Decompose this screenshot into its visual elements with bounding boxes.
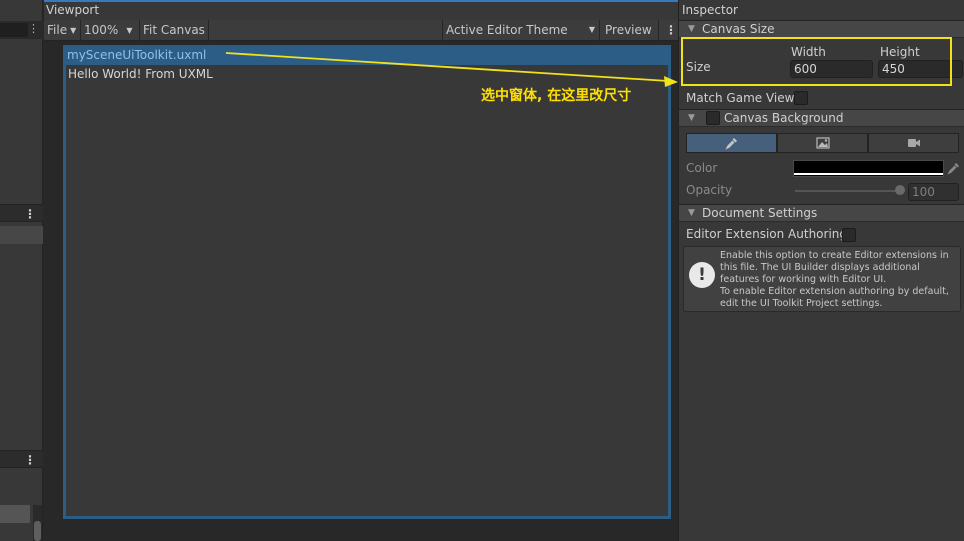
highlight-box (681, 37, 952, 86)
opacity-input[interactable]: 100 (908, 183, 959, 201)
help-line: To enable Editor extension authoring by … (720, 286, 949, 297)
help-line: this file. The UI Builder displays addit… (720, 262, 920, 273)
background-image-mode-button[interactable] (777, 133, 868, 153)
match-game-view-label: Match Game View (686, 91, 795, 105)
zoom-dropdown[interactable]: 100% ▼ (81, 20, 140, 41)
viewport-toolbar: File ▼ 100% ▼ Fit Canvas Active Editor The… (44, 20, 678, 41)
help-text: Enable this option to create Editor exte… (720, 250, 956, 310)
left-panel-field[interactable] (0, 505, 30, 523)
scrollbar-thumb[interactable] (34, 521, 41, 541)
canvas-background-header[interactable]: ▼ Canvas Background (679, 109, 964, 127)
document-header[interactable]: mySceneUiToolkit.uxml (65, 47, 670, 65)
left-panel-search-input[interactable] (0, 23, 28, 37)
video-camera-icon (907, 139, 920, 147)
color-label: Color (686, 161, 718, 175)
left-panel-row[interactable] (0, 226, 43, 244)
foldout-triangle-icon: ▼ (688, 24, 695, 34)
left-panel: ⋮ ⋮ ⋮ (0, 0, 43, 541)
caret-down-icon: ▼ (70, 26, 77, 35)
annotation-text: 选中窗体, 在这里改尺寸 (481, 88, 632, 104)
document-settings-header[interactable]: ▼ Document Settings (679, 204, 964, 222)
help-box: ! Enable this option to create Editor ex… (683, 246, 961, 312)
kebab-menu-icon[interactable]: ⋮ (24, 206, 36, 222)
inspector-title: Inspector (679, 0, 964, 20)
opacity-slider-thumb[interactable] (895, 185, 905, 195)
background-camera-mode-button[interactable] (868, 133, 959, 153)
left-panel-section-header: ⋮ (0, 204, 43, 222)
color-field[interactable] (793, 160, 944, 177)
document-canvas[interactable]: mySceneUiToolkit.uxml Hello World! From … (63, 45, 671, 519)
file-menu-label: File (47, 23, 68, 37)
foldout-triangle-icon: ▼ (688, 208, 695, 218)
match-game-view-checkbox[interactable] (794, 91, 808, 105)
opacity-slider-track[interactable] (795, 190, 901, 192)
editor-extension-authoring-label: Editor Extension Authoring (686, 227, 848, 241)
foldout-triangle-icon: ▼ (688, 113, 695, 123)
viewport-title: Viewport (44, 0, 678, 20)
eyedropper-icon (724, 138, 737, 150)
canvas-size-header-label: Canvas Size (702, 22, 775, 36)
kebab-menu-icon[interactable]: ⋮ (662, 20, 678, 41)
canvas-background-checkbox[interactable] (706, 111, 720, 125)
canvas-background-header-label: Canvas Background (724, 111, 844, 125)
help-line: features for working with Editor UI. (720, 274, 887, 285)
left-panel-toolbar: ⋮ (0, 21, 43, 39)
color-alpha-bar (794, 173, 943, 175)
help-line: Enable this option to create Editor exte… (720, 250, 949, 261)
theme-label: Active Editor Theme (446, 23, 568, 37)
background-color-mode-button[interactable] (686, 133, 777, 153)
canvas-area[interactable]: mySceneUiToolkit.uxml Hello World! From … (44, 42, 678, 541)
help-line: edit the UI Toolkit Project settings. (720, 298, 883, 309)
theme-dropdown[interactable]: Active Editor Theme ▼ (442, 20, 600, 41)
left-panel-scrollbar[interactable] (33, 505, 42, 541)
hello-world-label[interactable]: Hello World! From UXML (68, 67, 213, 81)
fit-canvas-button[interactable]: Fit Canvas (140, 20, 209, 41)
file-menu-button[interactable]: File ▼ (44, 20, 81, 41)
caret-down-icon: ▼ (126, 26, 133, 35)
image-icon (815, 137, 830, 149)
viewport-panel: Viewport File ▼ 100% ▼ Fit Canvas Active E… (44, 0, 678, 541)
left-panel-section-header: ⋮ (0, 450, 43, 468)
info-icon: ! (689, 262, 715, 288)
preview-button[interactable]: Preview (602, 20, 659, 41)
zoom-label: 100% (84, 23, 119, 37)
caret-down-icon: ▼ (588, 25, 595, 34)
kebab-menu-icon[interactable]: ⋮ (24, 452, 36, 468)
eyedropper-icon[interactable] (947, 161, 961, 175)
kebab-menu-icon[interactable]: ⋮ (28, 22, 39, 35)
document-settings-header-label: Document Settings (702, 206, 818, 220)
editor-extension-authoring-checkbox[interactable] (842, 228, 856, 242)
opacity-label: Opacity (686, 183, 733, 197)
canvas-size-header[interactable]: ▼ Canvas Size (679, 20, 964, 38)
